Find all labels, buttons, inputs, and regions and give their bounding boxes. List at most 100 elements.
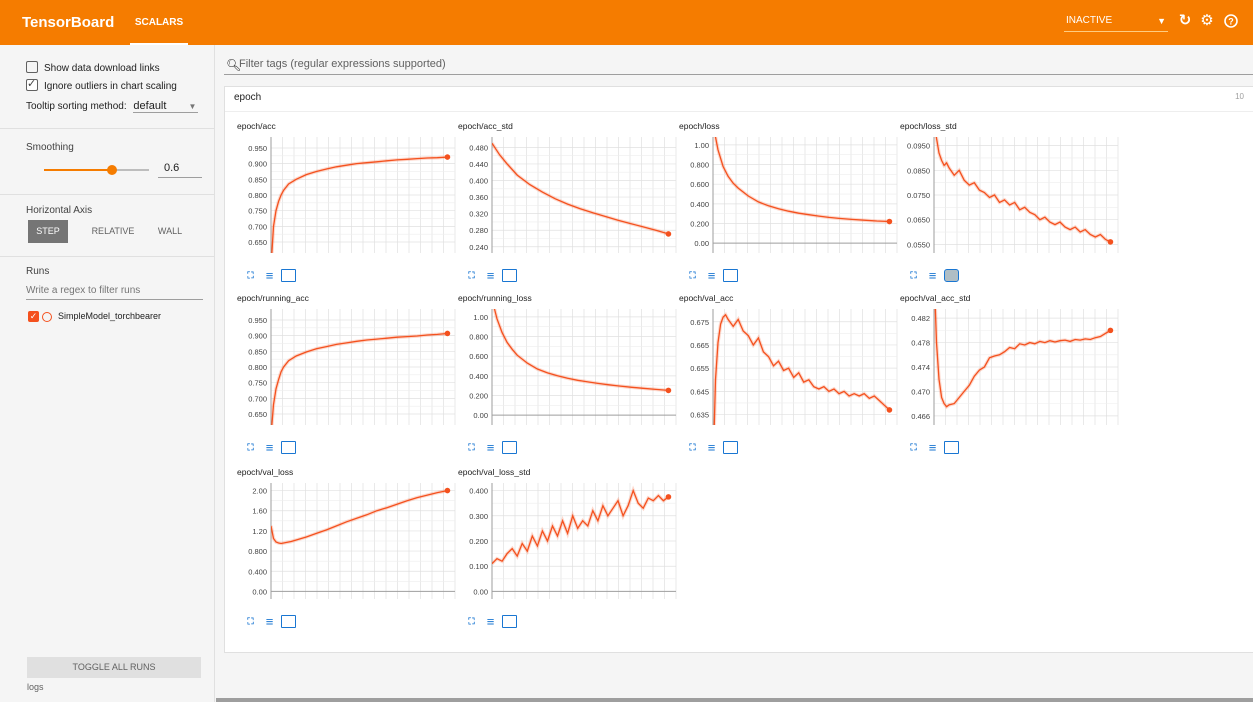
chart-title: epoch/running_loss (458, 293, 532, 303)
log-scale-icon[interactable]: ≡ (704, 441, 719, 454)
last-point-marker (665, 494, 672, 500)
fit-domain-icon[interactable] (723, 269, 738, 283)
y-tick-label: 0.00 (694, 239, 709, 248)
log-scale-icon[interactable]: ≡ (483, 441, 498, 454)
smoothing-slider[interactable] (44, 165, 149, 175)
tag-filter-input[interactable]: 🔍︎ Filter tags (regular expressions supp… (224, 56, 1253, 75)
fit-domain-icon[interactable] (502, 615, 517, 629)
series-line (271, 332, 448, 425)
y-tick-label: 1.20 (252, 527, 267, 536)
horizontal-scrollbar[interactable] (216, 698, 1253, 702)
y-tick-label: 2.00 (252, 487, 267, 496)
chart-plot[interactable]: 0.482 0.478 0.474 0.470 0.466 (888, 305, 1124, 437)
status-select[interactable]: INACTIVE ▼ (1064, 10, 1168, 32)
y-tick-label: 0.750 (248, 207, 267, 216)
y-tick-label: 0.900 (248, 160, 267, 169)
checkbox-checked[interactable] (26, 76, 38, 92)
expand-icon[interactable]: ⛶ (243, 269, 258, 282)
y-tick-label: 0.700 (248, 394, 267, 403)
fit-domain-icon[interactable] (502, 441, 517, 455)
y-tick-label: 0.00 (473, 411, 488, 420)
tooltip-sorting-select[interactable]: default ▼ (133, 100, 199, 113)
log-scale-icon[interactable]: ≡ (262, 441, 277, 454)
y-tick-label: 0.675 (690, 318, 709, 327)
run-checkbox[interactable]: ✓ (28, 311, 39, 323)
y-tick-label: 0.950 (248, 316, 267, 325)
chart-plot[interactable]: 0.950 0.900 0.850 0.800 0.750 0.700 0.650 (225, 305, 461, 437)
chart-plot[interactable]: 2.00 1.60 1.20 0.800 0.400 0.00 (225, 479, 461, 611)
chart-plot[interactable]: 0.480 0.440 0.400 0.360 0.320 0.280 0.240 (446, 133, 682, 265)
fit-domain-icon[interactable] (944, 269, 959, 283)
expand-icon[interactable]: ⛶ (464, 269, 479, 282)
y-tick-label: 0.0950 (907, 142, 930, 151)
toggle-all-runs-button[interactable]: TOGGLE ALL RUNS (27, 657, 201, 678)
y-tick-label: 1.00 (473, 313, 488, 322)
chart-card: epoch/running_loss 1.00 0.800 0.600 0.400 0.2… (446, 293, 677, 463)
expand-icon[interactable]: ⛶ (243, 441, 258, 454)
y-tick-label: 0.800 (469, 333, 488, 342)
y-tick-label: 0.300 (469, 512, 488, 521)
chart-plot[interactable]: 0.675 0.665 0.655 0.645 0.635 (667, 305, 903, 437)
tag-group-title[interactable]: epoch (234, 92, 261, 103)
chart-plot[interactable]: 1.00 0.800 0.600 0.400 0.200 0.00 (446, 305, 682, 437)
axis-wall-button[interactable]: WALL (150, 220, 190, 243)
show-download-links-checkbox[interactable]: Show data download links (26, 61, 160, 77)
chart-toolbar: ⛶ ≡ (685, 439, 742, 455)
y-tick-label: 0.400 (690, 200, 709, 209)
fit-domain-icon[interactable] (281, 615, 296, 629)
expand-icon[interactable]: ⛶ (464, 441, 479, 454)
y-tick-label: 0.645 (690, 387, 709, 396)
tooltip-sorting-row: Tooltip sorting method: default ▼ (26, 100, 199, 113)
chart-toolbar: ⛶ ≡ (243, 267, 300, 283)
raw-series-line (492, 309, 669, 393)
log-scale-icon[interactable]: ≡ (483, 615, 498, 628)
chart-title: epoch/val_acc (679, 293, 734, 303)
fit-domain-icon[interactable] (502, 269, 517, 283)
axis-step-button[interactable]: STEP (28, 220, 68, 243)
y-tick-label: 0.440 (469, 160, 488, 169)
tag-group-count: 10 (1235, 92, 1244, 101)
series-line (714, 137, 890, 223)
y-tick-label: 0.00 (473, 587, 488, 596)
expand-icon[interactable]: ⛶ (685, 269, 700, 282)
fit-domain-icon[interactable] (723, 441, 738, 455)
expand-icon[interactable]: ⛶ (243, 615, 258, 628)
expand-icon[interactable]: ⛶ (685, 441, 700, 454)
smoothing-value-input[interactable]: 0.6 (158, 162, 202, 178)
runs-filter-input[interactable]: Write a regex to filter runs (26, 285, 203, 300)
ignore-outliers-checkbox[interactable]: Ignore outliers in chart scaling (26, 76, 177, 95)
log-scale-icon[interactable]: ≡ (483, 269, 498, 282)
fit-domain-icon[interactable] (281, 269, 296, 283)
chart-plot[interactable]: 0.400 0.300 0.200 0.100 0.00 (446, 479, 682, 611)
help-icon[interactable]: ? (1221, 10, 1241, 32)
log-scale-icon[interactable]: ≡ (262, 269, 277, 282)
chart-plot[interactable]: 0.950 0.900 0.850 0.800 0.750 0.700 0.650 (225, 133, 461, 265)
expand-icon[interactable]: ⛶ (906, 441, 921, 454)
y-tick-label: 0.466 (911, 412, 930, 421)
checkbox-unchecked[interactable] (26, 61, 38, 74)
refresh-icon[interactable]: ↻ (1175, 10, 1195, 32)
chart-plot[interactable]: 0.0950 0.0850 0.0750 0.0650 0.0550 (888, 133, 1124, 265)
gear-icon[interactable]: ⚙ (1197, 10, 1217, 32)
y-tick-label: 0.800 (690, 161, 709, 170)
chart-plot[interactable]: 1.00 0.800 0.600 0.400 0.200 0.00 (667, 133, 903, 265)
top-bar: TensorBoard SCALARS INACTIVE ▼ ↻ ⚙ ? (0, 0, 1253, 45)
fit-domain-icon[interactable] (944, 441, 959, 455)
fit-domain-icon[interactable] (281, 441, 296, 455)
run-color-indicator (42, 311, 52, 322)
expand-icon[interactable]: ⛶ (464, 615, 479, 628)
y-tick-label: 0.400 (469, 372, 488, 381)
y-tick-label: 0.400 (248, 567, 267, 576)
axis-relative-button[interactable]: RELATIVE (85, 220, 141, 243)
y-tick-label: 0.700 (248, 222, 267, 231)
log-scale-icon[interactable]: ≡ (704, 269, 719, 282)
chart-card: epoch/acc_std 0.480 0.440 0.400 0.360 0.320 0.… (446, 121, 677, 291)
tab-scalars[interactable]: SCALARS (130, 0, 188, 45)
expand-icon[interactable]: ⛶ (906, 269, 921, 282)
log-scale-icon[interactable]: ≡ (925, 269, 940, 282)
smoothing-slider-thumb[interactable] (107, 165, 117, 175)
log-scale-icon[interactable]: ≡ (925, 441, 940, 454)
y-tick-label: 0.850 (248, 347, 267, 356)
log-scale-icon[interactable]: ≡ (262, 615, 277, 628)
run-item[interactable]: ✓ SimpleModel_torchbearer (28, 309, 161, 323)
